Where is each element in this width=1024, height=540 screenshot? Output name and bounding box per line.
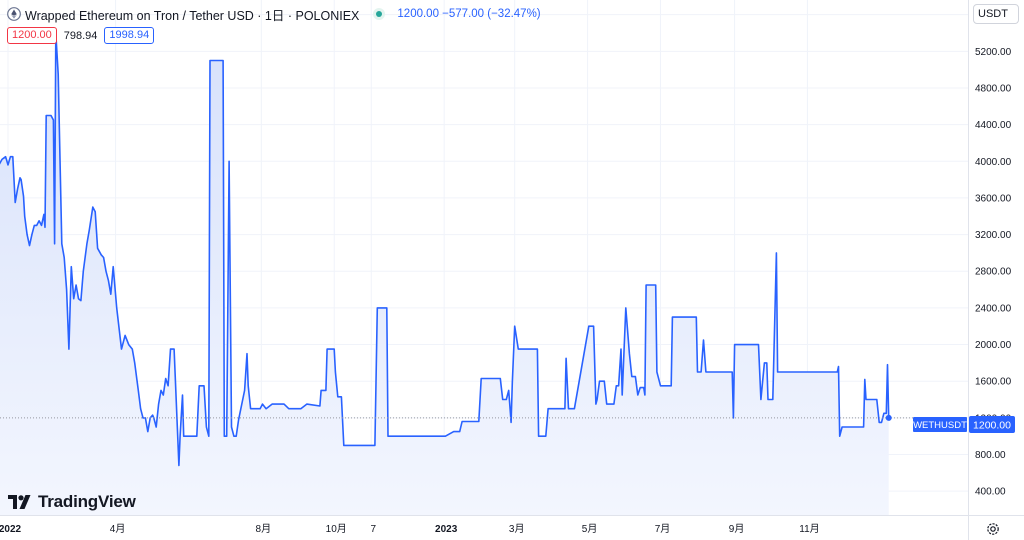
last-price-point: [885, 414, 892, 421]
x-tick-label: 10月: [326, 523, 347, 535]
y-tick-label: 3600.00: [975, 193, 1012, 204]
last-price-label: 1200.00: [969, 416, 1015, 433]
symbol-tag-label: WETHUSDT: [913, 420, 967, 431]
price-change-text: 1200.00 −577.00 (−32.47%): [397, 8, 541, 20]
y-tick-label: 2800.00: [975, 267, 1012, 278]
x-tick-label: 2023: [435, 524, 458, 535]
chart-legend[interactable]: Wrapped Ethereum on Tron / Tether USD · …: [7, 5, 541, 23]
time-axis[interactable]: 2022 4月 8月 10月 7 2023 3月 5月 7月 9月 11月: [0, 523, 820, 535]
x-tick-label: 9月: [729, 523, 745, 535]
x-tick-label: 8月: [256, 523, 272, 535]
y-tick-label: 800.00: [975, 450, 1006, 461]
y-tick-label: 4800.00: [975, 83, 1012, 94]
market-status-icon[interactable]: [373, 8, 386, 20]
y-tick-label: 1600.00: [975, 377, 1012, 388]
x-tick-label: 4月: [110, 523, 126, 535]
y-tick-label: 2400.00: [975, 303, 1012, 314]
x-tick-label: 7月: [655, 523, 671, 535]
wrapped-eth-icon: [7, 7, 21, 21]
x-tick-label: 5月: [582, 523, 598, 535]
x-tick-label: 3月: [509, 523, 525, 535]
y-tick-label: 5200.00: [975, 47, 1012, 58]
settings-gear-icon[interactable]: [986, 522, 1000, 536]
spread-value: 798.94: [63, 29, 98, 42]
last-price-box: 1200.00: [7, 27, 57, 44]
currency-selector-button[interactable]: USDT: [973, 4, 1019, 24]
last-price-value: 1200.00: [973, 420, 1011, 432]
x-tick-label: 7: [370, 524, 376, 535]
x-tick-label: 2022: [0, 524, 22, 535]
symbol-tag: WETHUSDT: [913, 417, 967, 432]
logo-text: TradingView: [38, 492, 136, 511]
y-tick-label: 2000.00: [975, 340, 1012, 351]
symbol-title[interactable]: Wrapped Ethereum on Tron / Tether USD · …: [25, 5, 359, 24]
y-tick-label: 4000.00: [975, 157, 1012, 168]
price-boxes: 1200.00 798.94 1998.94: [7, 27, 155, 44]
price-chart[interactable]: 400.00 800.00 1200.00 1600.00 2000.00 2400.00…: [0, 0, 1024, 540]
tradingview-logo[interactable]: TradingView: [8, 491, 136, 513]
high-price-box: 1998.94: [104, 27, 155, 44]
y-tick-label: 3200.00: [975, 230, 1012, 241]
y-tick-label: 400.00: [975, 487, 1006, 498]
tradingview-logo-icon: [8, 495, 31, 509]
x-tick-label: 11月: [799, 523, 819, 535]
y-tick-label: 4400.00: [975, 120, 1012, 131]
